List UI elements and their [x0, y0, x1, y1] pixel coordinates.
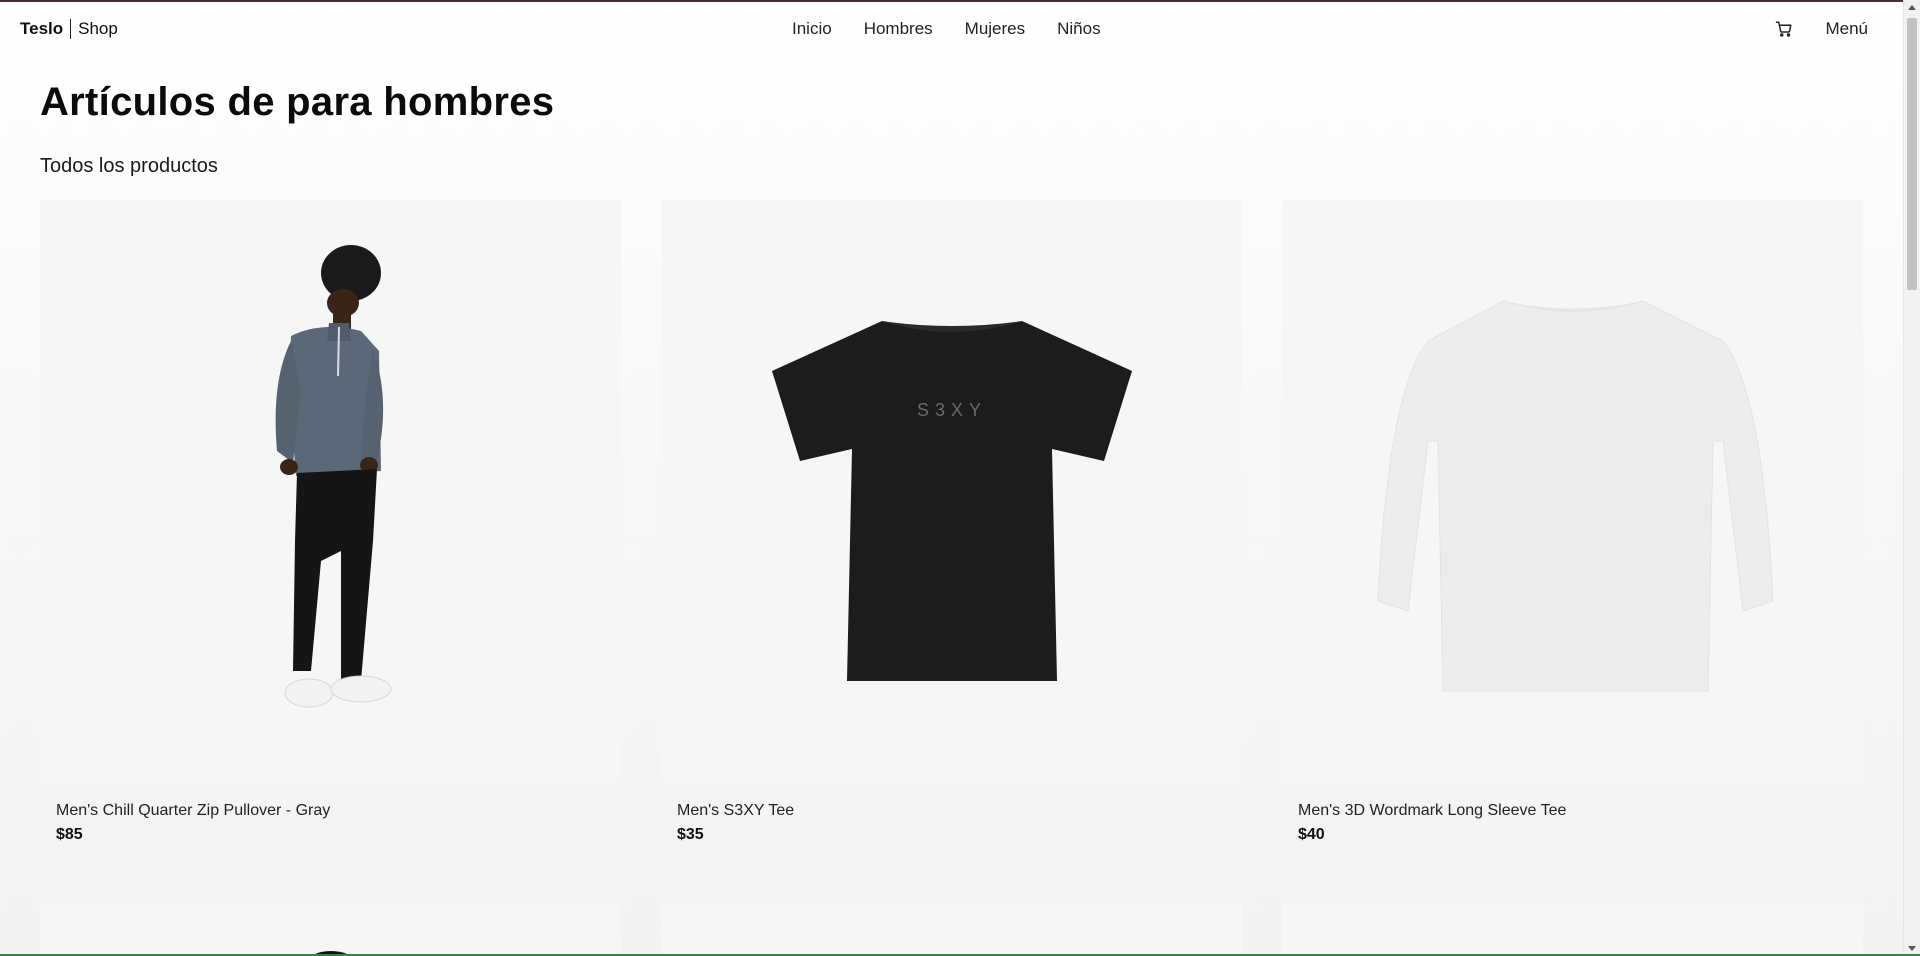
- nav-link-ninos[interactable]: Niños: [1057, 19, 1100, 39]
- product-card[interactable]: [1282, 903, 1863, 956]
- product-price: $35: [677, 826, 704, 843]
- cart-icon[interactable]: [1773, 18, 1795, 40]
- product-title[interactable]: Men's Chill Quarter Zip Pullover - Gray: [56, 802, 621, 820]
- product-image-pullover[interactable]: [40, 200, 621, 782]
- logo[interactable]: Teslo Shop: [20, 19, 118, 39]
- pullover-model-image: [275, 245, 391, 708]
- product-image[interactable]: [661, 903, 1242, 956]
- vertical-scrollbar[interactable]: [1903, 0, 1920, 956]
- product-price: $85: [56, 826, 83, 843]
- logo-brand: Teslo: [20, 19, 64, 38]
- navbar: Teslo Shop Inicio Hombres Mujeres Niños …: [0, 2, 1900, 56]
- nav-links: Inicio Hombres Mujeres Niños: [792, 2, 1133, 56]
- product-image[interactable]: [40, 903, 621, 956]
- logo-divider: [70, 19, 72, 39]
- nav-link-hombres[interactable]: Hombres: [864, 19, 933, 39]
- nav-link-mujeres[interactable]: Mujeres: [965, 19, 1025, 39]
- product-card[interactable]: Men's Chill Quarter Zip Pullover - Gray …: [40, 200, 621, 844]
- product-preview: [311, 951, 350, 956]
- nav-link-inicio[interactable]: Inicio: [792, 19, 832, 39]
- scroll-up-arrow-icon[interactable]: [1908, 5, 1916, 10]
- tee-print-text: S3XY: [916, 400, 986, 420]
- product-card[interactable]: Men's 3D Wordmark Long Sleeve Tee $40: [1282, 200, 1863, 844]
- product-image-s3xy-tee[interactable]: S3XY: [661, 200, 1242, 782]
- logo-shop: Shop: [78, 19, 118, 38]
- page-title: Artículos de para hombres: [40, 80, 555, 124]
- product-image-longsleeve-tee[interactable]: [1282, 200, 1863, 782]
- page-subtitle: Todos los productos: [40, 155, 218, 177]
- product-card[interactable]: S3XY Men's S3XY Tee $35: [661, 200, 1242, 844]
- product-title[interactable]: Men's S3XY Tee: [677, 802, 1242, 820]
- menu-button[interactable]: Menú: [1825, 19, 1868, 39]
- product-card[interactable]: [661, 903, 1242, 956]
- nav-right: Menú: [1773, 2, 1868, 56]
- scroll-down-arrow-icon[interactable]: [1908, 946, 1916, 951]
- product-image[interactable]: [1282, 903, 1863, 956]
- scrollbar-thumb[interactable]: [1907, 18, 1917, 290]
- product-title[interactable]: Men's 3D Wordmark Long Sleeve Tee: [1298, 802, 1863, 820]
- product-price: $40: [1298, 826, 1325, 843]
- black-tee-image: S3XY: [771, 321, 1132, 681]
- white-longsleeve-image: [1376, 300, 1774, 692]
- product-card[interactable]: [40, 903, 621, 956]
